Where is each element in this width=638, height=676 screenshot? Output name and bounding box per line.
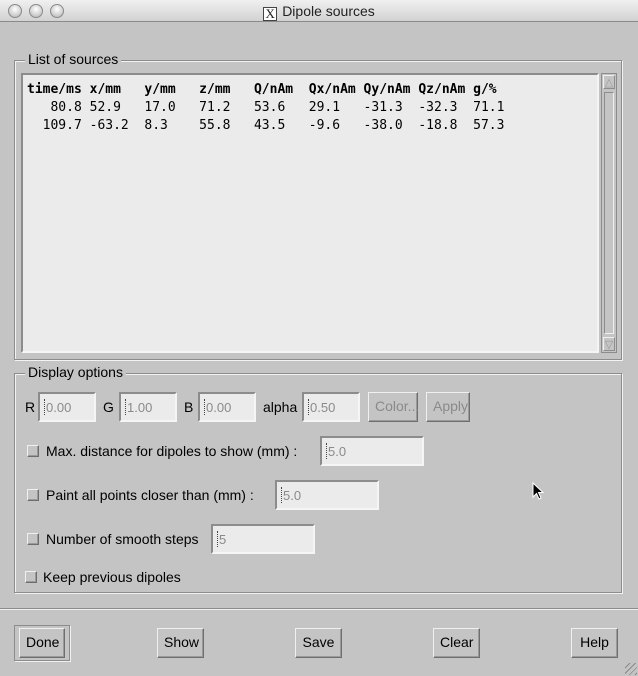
window-title: X Dipole sources xyxy=(0,3,638,21)
paint-closer-value: 5.0 xyxy=(283,488,302,503)
b-value: 0.00 xyxy=(206,400,232,415)
max-distance-checkbox[interactable] xyxy=(27,445,39,457)
smooth-steps-checkbox[interactable] xyxy=(27,533,39,545)
paint-closer-label: Paint all points closer than (mm) : xyxy=(46,487,254,503)
show-button[interactable]: Show xyxy=(157,628,204,658)
b-field[interactable]: 0.00 xyxy=(198,392,256,422)
smooth-steps-value: 5 xyxy=(219,532,227,547)
mouse-pointer-icon xyxy=(532,482,545,500)
scrollbar-track[interactable] xyxy=(604,92,614,334)
alpha-label: alpha xyxy=(263,399,298,415)
source-row[interactable]: 80.8 52.9 17.0 71.2 53.6 29.1 -31.3 -32.… xyxy=(27,99,597,117)
apply-button[interactable]: Apply xyxy=(426,392,470,422)
paint-closer-checkbox[interactable] xyxy=(27,489,39,501)
window-title-text: Dipole sources xyxy=(282,3,375,19)
sources-frame-label: List of sources xyxy=(25,51,122,67)
g-value: 1.00 xyxy=(127,400,153,415)
smooth-steps-field[interactable]: 5 xyxy=(211,524,315,554)
g-field[interactable]: 1.00 xyxy=(119,392,177,422)
x11-icon: X xyxy=(263,7,278,21)
button-bar-separator xyxy=(0,608,638,610)
resize-grip-icon[interactable] xyxy=(625,663,637,675)
display-options-frame-label: Display options xyxy=(25,364,126,380)
paint-closer-field[interactable]: 5.0 xyxy=(275,480,379,510)
g-label: G xyxy=(103,399,114,415)
sources-scrollbar[interactable]: △ ▽ xyxy=(601,73,617,353)
save-button[interactable]: Save xyxy=(295,628,342,658)
r-label: R xyxy=(25,399,36,415)
smooth-steps-label: Number of smooth steps xyxy=(46,531,199,547)
done-button[interactable]: Done xyxy=(19,628,65,658)
sources-header-row: time/ms x/mm y/mm z/mm Q/nAm Qx/nAm Qy/n… xyxy=(27,82,497,97)
r-field[interactable]: 0.00 xyxy=(38,392,96,422)
alpha-field[interactable]: 0.50 xyxy=(302,392,360,422)
b-label: B xyxy=(184,399,194,415)
r-value: 0.00 xyxy=(46,400,72,415)
sources-list[interactable]: time/ms x/mm y/mm z/mm Q/nAm Qx/nAm Qy/n… xyxy=(21,73,599,353)
max-distance-field[interactable]: 5.0 xyxy=(320,436,424,466)
source-row[interactable]: 109.7 -63.2 8.3 55.8 43.5 -9.6 -38.0 -18… xyxy=(27,117,597,135)
title-bar: X Dipole sources xyxy=(0,0,638,22)
help-button[interactable]: Help xyxy=(571,628,618,658)
alpha-value: 0.50 xyxy=(310,400,336,415)
scroll-up-arrow-icon[interactable]: △ xyxy=(603,75,615,89)
keep-previous-label: Keep previous dipoles xyxy=(43,569,181,585)
clear-button[interactable]: Clear xyxy=(433,628,480,658)
color-button[interactable]: Color... xyxy=(368,392,419,422)
max-distance-label: Max. distance for dipoles to show (mm) : xyxy=(46,443,298,459)
max-distance-value: 5.0 xyxy=(328,444,347,459)
scroll-down-arrow-icon[interactable]: ▽ xyxy=(603,337,615,351)
keep-previous-checkbox[interactable] xyxy=(25,571,37,583)
